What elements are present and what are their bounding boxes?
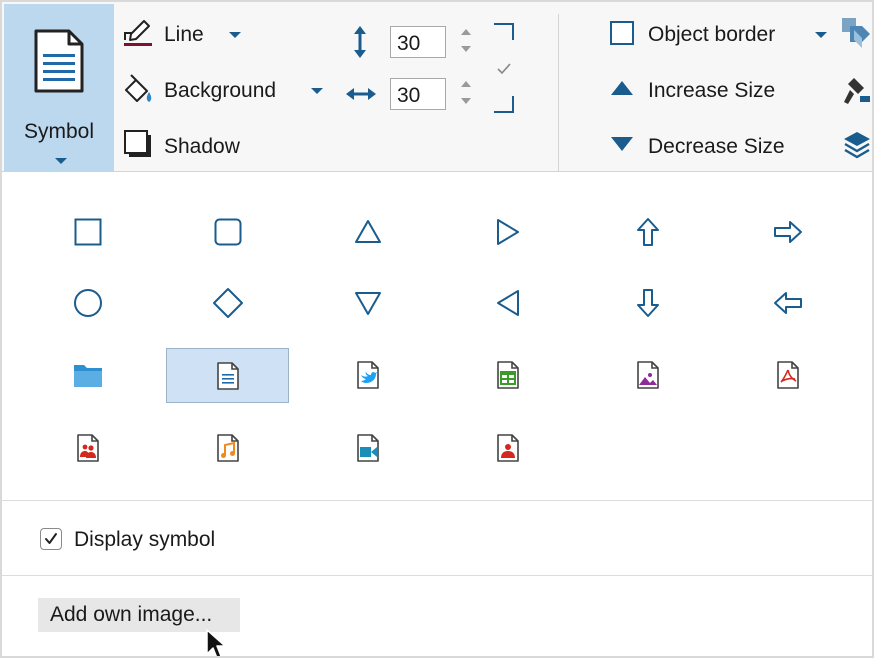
twitter-file-icon <box>357 361 379 389</box>
spreadsheet-file-icon <box>497 361 519 389</box>
increase-size-label[interactable]: Increase Size <box>648 79 775 103</box>
symbol-person-file[interactable] <box>448 422 568 474</box>
vertical-resize-icon <box>354 26 366 58</box>
paint-bucket-icon <box>125 74 152 102</box>
symbol-circle[interactable] <box>28 277 148 329</box>
mouse-cursor-icon <box>206 629 226 656</box>
symbol-panel: Symbol Line Background Shadow 30 30 Obje… <box>0 0 874 658</box>
symbol-arrow-up[interactable] <box>588 206 708 258</box>
ribbon-divider <box>2 171 872 172</box>
shadow-icon <box>124 130 151 157</box>
symbol-rounded-square[interactable] <box>168 206 288 258</box>
decrease-size-label[interactable]: Decrease Size <box>648 135 785 159</box>
height-increase-icon[interactable] <box>461 29 471 35</box>
rounded-square-icon <box>214 218 242 246</box>
arrange-icon[interactable] <box>840 16 872 50</box>
checkmark-icon <box>45 533 57 544</box>
chevron-down-icon[interactable] <box>55 158 67 164</box>
triangle-left-icon <box>497 290 519 316</box>
section-divider <box>2 500 872 501</box>
symbol-spreadsheet-file[interactable] <box>448 349 568 401</box>
chevron-down-icon[interactable] <box>229 32 241 38</box>
circle-icon <box>74 289 102 317</box>
width-decrease-icon[interactable] <box>461 98 471 104</box>
display-symbol-checkbox[interactable] <box>40 528 62 550</box>
background-label[interactable]: Background <box>164 79 276 103</box>
triangle-right-icon <box>497 219 519 245</box>
symbol-triangle-up[interactable] <box>308 206 428 258</box>
symbol-arrow-down[interactable] <box>588 277 708 329</box>
square-icon <box>74 218 102 246</box>
height-input[interactable] <box>390 26 446 58</box>
symbol-video-file[interactable] <box>308 422 428 474</box>
symbol-arrow-right[interactable] <box>728 206 848 258</box>
display-symbol-label[interactable]: Display symbol <box>74 528 215 552</box>
music-file-icon <box>217 434 239 462</box>
width-input[interactable] <box>390 78 446 110</box>
symbol-pdf-file[interactable] <box>728 349 848 401</box>
arrow-up-icon <box>637 218 659 246</box>
symbol-twitter-file[interactable] <box>308 349 428 401</box>
pdf-file-icon <box>777 361 799 389</box>
symbol-triangle-right[interactable] <box>448 206 568 258</box>
shadow-label[interactable]: Shadow <box>164 135 240 159</box>
document-icon <box>34 29 84 93</box>
aspect-ratio-lock-icon[interactable] <box>492 22 518 114</box>
symbol-button[interactable]: Symbol <box>4 4 114 172</box>
symbol-arrow-left[interactable] <box>728 277 848 329</box>
chevron-down-icon[interactable] <box>815 32 827 38</box>
symbol-square[interactable] <box>28 206 148 258</box>
line-label[interactable]: Line <box>164 23 204 47</box>
width-increase-icon[interactable] <box>461 81 471 87</box>
symbol-document[interactable] <box>166 348 289 403</box>
arrow-down-icon <box>637 289 659 317</box>
symbol-diamond[interactable] <box>168 277 288 329</box>
triangle-up-icon <box>611 81 633 95</box>
triangle-up-icon <box>355 220 381 243</box>
folder-icon <box>74 365 102 387</box>
square-border-icon <box>610 21 634 45</box>
symbol-folder[interactable] <box>28 349 148 401</box>
object-border-label[interactable]: Object border <box>648 23 775 47</box>
layers-icon[interactable] <box>842 130 872 160</box>
horizontal-resize-icon <box>346 88 376 100</box>
chevron-down-icon[interactable] <box>311 88 323 94</box>
triangle-down-icon <box>355 292 381 315</box>
image-file-icon <box>637 361 659 389</box>
symbol-triangle-left[interactable] <box>448 277 568 329</box>
symbol-label: Symbol <box>23 120 95 143</box>
add-own-image-button[interactable]: Add own image... <box>38 598 240 632</box>
triangle-down-icon <box>611 137 633 151</box>
arrow-left-icon <box>774 292 802 314</box>
contacts-file-icon <box>77 434 99 462</box>
person-file-icon <box>497 434 519 462</box>
symbol-music-file[interactable] <box>168 422 288 474</box>
format-painter-icon[interactable] <box>840 74 872 108</box>
pen-icon <box>124 20 152 46</box>
symbol-contacts-file[interactable] <box>28 422 148 474</box>
symbol-triangle-down[interactable] <box>308 277 428 329</box>
video-file-icon <box>357 434 379 462</box>
height-decrease-icon[interactable] <box>461 46 471 52</box>
document-icon <box>216 361 239 390</box>
symbol-image-file[interactable] <box>588 349 708 401</box>
ribbon-separator <box>558 14 559 172</box>
diamond-icon <box>213 288 243 318</box>
arrow-right-icon <box>774 221 802 243</box>
section-divider <box>2 575 872 576</box>
